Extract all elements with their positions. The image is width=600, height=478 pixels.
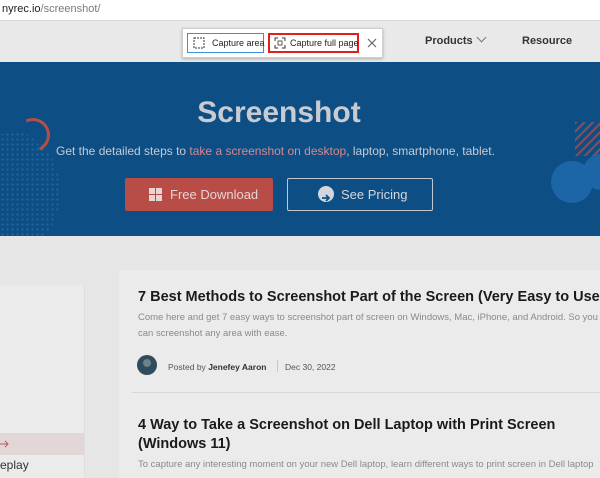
hero-subtitle-link[interactable]: take a screenshot on desktop	[189, 144, 346, 158]
see-pricing-label: See Pricing	[341, 187, 408, 202]
hero-subtitle-after: , laptop, smartphone, tablet.	[346, 144, 495, 158]
article-title[interactable]: 4 Way to Take a Screenshot on Dell Lapto…	[138, 416, 600, 454]
meta-divider	[277, 360, 278, 372]
free-download-label: Free Download	[170, 187, 259, 202]
url-host: nyrec.io	[2, 3, 41, 15]
nav-products-label: Products	[425, 35, 473, 47]
capture-full-page-button[interactable]: Capture full page	[268, 33, 359, 53]
article-divider	[132, 392, 600, 393]
page-title: Screenshot	[197, 96, 361, 129]
sidebar-item-label[interactable]: eplay	[0, 458, 29, 472]
capture-full-page-icon	[274, 37, 286, 49]
article-date: Dec 30, 2022	[285, 362, 336, 372]
arrow-right-icon	[318, 186, 334, 202]
see-pricing-button[interactable]: See Pricing	[287, 178, 433, 211]
article-excerpt: To capture any interesting moment on you…	[138, 459, 594, 470]
capture-area-icon	[193, 37, 205, 49]
url-path: /screenshot/	[40, 3, 101, 15]
sidebar-item-active[interactable]	[0, 433, 84, 455]
nav-resource[interactable]: Resource	[522, 35, 572, 47]
hero-subtitle: Get the detailed steps to take a screens…	[56, 144, 495, 158]
capture-area-button[interactable]: Capture area	[187, 33, 265, 53]
avatar	[137, 355, 157, 375]
close-icon[interactable]	[366, 36, 378, 50]
decorative-circle	[551, 161, 593, 203]
capture-toolbar: Capture area Capture full page	[182, 28, 383, 58]
free-download-button[interactable]: Free Download	[125, 178, 273, 211]
address-bar[interactable]: nyrec.io/screenshot/	[0, 0, 600, 21]
hero-banner: Screenshot Get the detailed steps to tak…	[0, 62, 600, 236]
posted-by-label: Posted by	[168, 362, 206, 372]
arrow-right-icon	[0, 440, 9, 448]
capture-full-page-label: Capture full page	[290, 38, 359, 48]
windows-icon	[149, 188, 162, 201]
author-name[interactable]: Jenefey Aaron	[208, 362, 266, 372]
chevron-down-icon	[476, 32, 487, 43]
article-meta-author: Posted by Jenefey Aaron	[168, 362, 266, 372]
article-title[interactable]: 7 Best Methods to Screenshot Part of the…	[138, 288, 600, 307]
capture-area-label: Capture area	[212, 38, 265, 48]
article-excerpt: Come here and get 7 easy ways to screens…	[138, 312, 598, 339]
hero-subtitle-before: Get the detailed steps to	[56, 144, 190, 158]
sidebar: eplay	[0, 285, 85, 478]
nav-products[interactable]: Products	[425, 32, 487, 47]
